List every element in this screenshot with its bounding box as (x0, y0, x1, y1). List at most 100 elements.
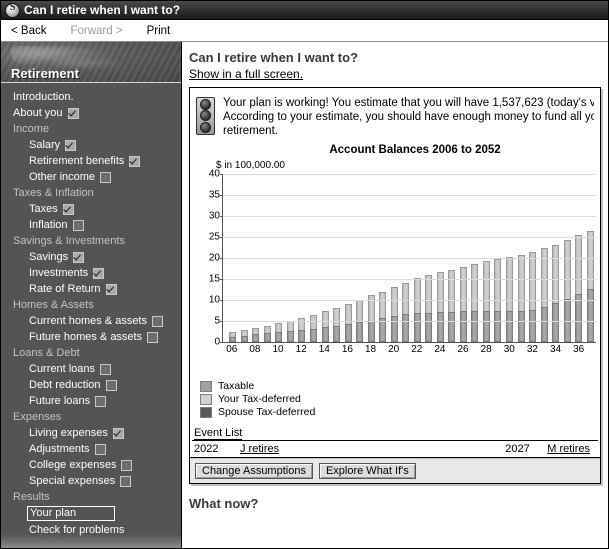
sidebar-item-savings[interactable]: Savings (1, 249, 181, 265)
sidebar-item-special-expenses[interactable]: Special expenses (1, 473, 181, 489)
sidebar-item-future-homes-assets[interactable]: Future homes & assets (1, 329, 181, 345)
sidebar-item-income: Income (1, 121, 181, 137)
checkbox-unchecked-icon[interactable] (120, 476, 132, 487)
chart-x-tick-label: 16 (341, 344, 353, 355)
checkbox-checked-icon[interactable] (73, 252, 85, 263)
sidebar-item-results: Results (1, 489, 181, 505)
status-message-line-2: According to your estimate, you should h… (223, 111, 594, 123)
checkbox-unchecked-icon[interactable] (147, 332, 159, 343)
sidebar-item-adjustments[interactable]: Adjustments (1, 441, 181, 457)
sidebar-item-loans-debt: Loans & Debt (1, 345, 181, 361)
checkbox-checked-icon[interactable] (65, 140, 77, 151)
checkbox-checked-icon[interactable] (93, 268, 105, 279)
chart-legend: Taxable Your Tax-deferred Spouse Tax-defer… (200, 380, 600, 419)
navigation-toolbar: < Back Forward > Print (1, 20, 608, 42)
chart-y-tick-label: 35 (208, 189, 220, 201)
chart-bar-segment-taxable (333, 325, 341, 342)
sidebar-item-inflation[interactable]: Inflation (1, 217, 181, 233)
sidebar-item-current-loans[interactable]: Current loans (1, 361, 181, 377)
chart-bar (367, 294, 375, 342)
chart-bar-segment-taxable (252, 334, 260, 342)
chart-gridline (223, 300, 596, 301)
chart-bar-segment-tax-deferred (252, 327, 260, 335)
chart-y-tick-label: 15 (208, 273, 220, 285)
sidebar-item-label: Expenses (13, 411, 62, 423)
sidebar-item-rate-of-return[interactable]: Rate of Return (1, 281, 181, 297)
checkbox-checked-icon[interactable] (105, 284, 117, 295)
sidebar-item-introduction[interactable]: Introduction. (1, 89, 181, 105)
chart-bar (471, 264, 479, 342)
chart-bar-segment-tax-deferred (529, 252, 537, 311)
checkbox-unchecked-icon[interactable] (72, 220, 84, 231)
chart-x-axis-labels: 0600801001201401601802002202402602803003… (222, 344, 596, 355)
chart-x-tick-label: 06 (226, 344, 238, 355)
checkbox-unchecked-icon[interactable] (121, 460, 133, 471)
chart-x-tick-label: 20 (388, 344, 400, 355)
sidebar-item-salary[interactable]: Salary (1, 137, 181, 153)
sidebar-item-label: Your plan (27, 506, 116, 521)
chart-x-tick-label: 14 (318, 344, 330, 355)
chart-bar (482, 261, 490, 342)
chart-bar-segment-taxable (494, 311, 502, 342)
chart-bar-segment-taxable (459, 311, 467, 342)
checkbox-unchecked-icon[interactable] (100, 364, 112, 375)
sidebar-item-label: Debt reduction (29, 379, 101, 391)
checkbox-unchecked-icon[interactable] (100, 172, 112, 183)
page-title: Can I retire when I want to? (189, 50, 359, 65)
sidebar-item-living-expenses[interactable]: Living expenses (1, 425, 181, 441)
chart-bar-segment-tax-deferred (298, 317, 306, 330)
chart-legend-label: Taxable (218, 380, 255, 392)
chart-plot-area: 0 5 10 15 20 25 30 35 40 (209, 169, 596, 348)
chart-bar (413, 277, 421, 342)
explore-what-ifs-button[interactable]: Explore What If's (318, 463, 416, 479)
checkbox-checked-icon[interactable] (67, 108, 79, 119)
sidebar-item-debt-reduction[interactable]: Debt reduction (1, 377, 181, 393)
sidebar-item-investments[interactable]: Investments (1, 265, 181, 281)
sidebar-item-label: Current homes & assets (29, 315, 147, 327)
checkbox-checked-icon[interactable] (129, 156, 141, 167)
sidebar-item-about-you[interactable]: About you (1, 105, 181, 121)
chart-bar (229, 331, 237, 342)
sidebar-item-label: Future loans (29, 395, 91, 407)
sidebar-item-other-income[interactable]: Other income (1, 169, 181, 185)
sidebar-item-retirement-benefits[interactable]: Retirement benefits (1, 153, 181, 169)
chart-bar-segment-tax-deferred (459, 266, 467, 312)
chart-bar-segment-taxable (309, 328, 317, 342)
checkbox-checked-icon[interactable] (62, 204, 74, 215)
chart-gridline (223, 237, 596, 238)
forward-button[interactable]: Forward > (70, 25, 122, 37)
checkbox-checked-icon[interactable] (112, 428, 124, 439)
chart-gridline (223, 279, 596, 280)
event-name-left[interactable]: J retires (240, 443, 279, 455)
chart-y-axis-unit-label: $ in 100,000.00 (216, 160, 285, 171)
event-name-right[interactable]: M retires (547, 443, 590, 455)
chart-y-tick-mark (220, 174, 223, 175)
chart-bar-segment-tax-deferred (333, 308, 341, 326)
chart-bar-segment-taxable (402, 314, 410, 342)
chart-bar-segment-tax-deferred (402, 282, 410, 315)
sidebar-item-your-plan[interactable]: Your plan (1, 505, 181, 522)
checkbox-unchecked-icon[interactable] (105, 380, 117, 391)
chart-bar-segment-tax-deferred (586, 230, 594, 290)
chart-bar (448, 269, 456, 342)
chart-bar-segment-tax-deferred (575, 234, 583, 295)
event-year-right: 2027 (505, 443, 530, 455)
chart-bar (263, 325, 271, 342)
chart-bar (240, 330, 248, 342)
chart-x-tick-label: 12 (295, 344, 307, 355)
show-full-screen-link[interactable]: Show in a full screen. (189, 67, 303, 81)
change-assumptions-button[interactable]: Change Assumptions (195, 463, 313, 479)
chart-y-tick-mark (220, 195, 223, 196)
title-bar: Can I retire when I want to? (1, 1, 608, 20)
checkbox-unchecked-icon[interactable] (152, 316, 163, 327)
sidebar-item-future-loans[interactable]: Future loans (1, 393, 181, 409)
back-button[interactable]: < Back (11, 25, 46, 37)
print-button[interactable]: Print (147, 25, 171, 37)
sidebar-item-taxes[interactable]: Taxes (1, 201, 181, 217)
sidebar-item-current-homes-assets[interactable]: Current homes & assets (1, 313, 181, 329)
sidebar-item-label: Homes & Assets (13, 299, 94, 311)
sidebar-item-college-expenses[interactable]: College expenses (1, 457, 181, 473)
checkbox-unchecked-icon[interactable] (95, 396, 107, 407)
chart-bar (529, 252, 537, 342)
checkbox-unchecked-icon[interactable] (94, 444, 106, 455)
